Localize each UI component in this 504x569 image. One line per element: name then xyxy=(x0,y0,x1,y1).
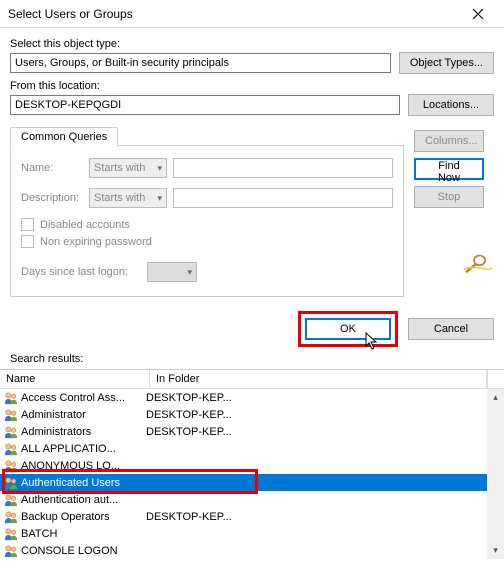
scroll-down-icon: ▾ xyxy=(493,545,498,556)
column-header-name[interactable]: Name xyxy=(0,370,150,388)
list-item-name: Access Control Ass... xyxy=(21,392,125,404)
chevron-down-icon: ▾ xyxy=(187,267,192,278)
titlebar: Select Users or Groups xyxy=(0,0,504,28)
location-field[interactable] xyxy=(10,95,400,115)
location-label: From this location: xyxy=(10,80,494,92)
list-item-name: Backup Operators xyxy=(21,511,110,523)
list-item[interactable]: BATCH xyxy=(0,525,487,542)
list-item-name: ALL APPLICATIO... xyxy=(21,443,116,455)
list-item-name: Authentication aut... xyxy=(21,494,118,506)
list-item[interactable]: Administrator DESKTOP-KEP... xyxy=(0,406,487,423)
cancel-button[interactable]: Cancel xyxy=(408,318,494,340)
ok-highlight: OK xyxy=(298,311,398,347)
window-title: Select Users or Groups xyxy=(8,7,133,21)
search-decoration-icon xyxy=(462,250,494,277)
description-mode-select[interactable]: Starts with ▾ xyxy=(89,188,167,208)
list-item-name: CONSOLE LOGON xyxy=(21,545,118,557)
columns-button[interactable]: Columns... xyxy=(414,130,484,152)
chevron-down-icon: ▾ xyxy=(157,163,162,174)
checkbox-icon xyxy=(21,235,34,248)
results-panel: Name In Folder Access Control Ass... DESK… xyxy=(0,369,504,559)
common-queries-panel: Name: Starts with ▾ Description: Starts … xyxy=(10,145,404,297)
tab-common-queries[interactable]: Common Queries xyxy=(10,127,118,146)
locations-button[interactable]: Locations... xyxy=(408,94,494,116)
list-item-folder: DESKTOP-KEP... xyxy=(146,409,232,421)
scroll-up-icon: ▴ xyxy=(493,392,498,403)
list-item-folder: DESKTOP-KEP... xyxy=(146,511,232,523)
list-item[interactable]: Authentication aut... xyxy=(0,491,487,508)
days-since-logon-select[interactable]: ▾ xyxy=(147,262,197,282)
ok-button[interactable]: OK xyxy=(305,318,391,340)
find-now-button[interactable]: Find Now xyxy=(414,158,484,180)
checkbox-icon xyxy=(21,218,34,231)
cursor-icon xyxy=(365,332,381,350)
column-header-folder[interactable]: In Folder xyxy=(150,370,487,388)
list-item[interactable]: Authenticated Users xyxy=(0,474,487,491)
stop-button[interactable]: Stop xyxy=(414,186,484,208)
name-label: Name: xyxy=(21,162,83,174)
list-item[interactable]: Access Control Ass... DESKTOP-KEP... xyxy=(0,389,487,406)
list-item[interactable]: Administrators DESKTOP-KEP... xyxy=(0,423,487,440)
scrollbar[interactable]: ▴ ▾ xyxy=(487,389,504,559)
name-input[interactable] xyxy=(173,158,393,178)
close-icon xyxy=(472,8,484,20)
description-label: Description: xyxy=(21,192,83,204)
object-type-label: Select this object type: xyxy=(10,38,494,50)
list-item-name: Authenticated Users xyxy=(21,477,120,489)
list-item[interactable]: CONSOLE LOGON xyxy=(0,542,487,559)
chevron-down-icon: ▾ xyxy=(157,193,162,204)
description-input[interactable] xyxy=(173,188,393,208)
disabled-accounts-checkbox[interactable]: Disabled accounts xyxy=(21,218,393,231)
list-item-name: Administrators xyxy=(21,426,91,438)
list-item[interactable]: ANONYMOUS LO... xyxy=(0,457,487,474)
list-item-folder: DESKTOP-KEP... xyxy=(146,392,232,404)
days-since-logon-label: Days since last logon: xyxy=(21,266,141,278)
list-item-name: BATCH xyxy=(21,528,57,540)
list-item-name: Administrator xyxy=(21,409,86,421)
object-type-field[interactable] xyxy=(10,53,391,73)
close-button[interactable] xyxy=(460,3,496,25)
list-item[interactable]: ALL APPLICATIO... xyxy=(0,440,487,457)
list-item[interactable]: Backup Operators DESKTOP-KEP... xyxy=(0,508,487,525)
name-mode-select[interactable]: Starts with ▾ xyxy=(89,158,167,178)
list-item-folder: DESKTOP-KEP... xyxy=(146,426,232,438)
list-item-name: ANONYMOUS LO... xyxy=(21,460,120,472)
non-expiring-checkbox[interactable]: Non expiring password xyxy=(21,235,393,248)
search-results-label: Search results: xyxy=(10,353,504,365)
object-types-button[interactable]: Object Types... xyxy=(399,52,494,74)
